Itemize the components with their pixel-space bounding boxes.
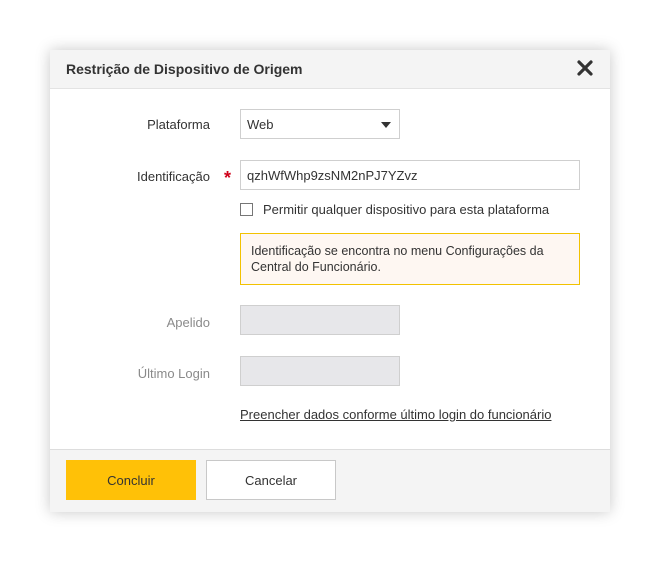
confirm-button[interactable]: Concluir [66,460,196,500]
last-login-field [240,356,400,386]
nickname-label: Apelido [166,315,210,330]
identification-input[interactable] [240,160,580,190]
fill-from-last-login-link[interactable]: Preencher dados conforme último login do… [240,407,551,422]
identification-info-box: Identificação se encontra no menu Config… [240,233,580,285]
last-login-label: Último Login [137,366,210,381]
dialog-title: Restrição de Dispositivo de Origem [66,61,303,77]
identification-label: Identificação [137,169,210,184]
platform-select[interactable]: Web [240,109,400,139]
device-restriction-dialog: Restrição de Dispositivo de Origem Plata… [50,50,610,512]
caret-down-icon [381,122,391,128]
allow-any-device-label[interactable]: Permitir qualquer dispositivo para esta … [263,202,549,217]
cancel-button[interactable]: Cancelar [206,460,336,500]
required-asterisk: * [224,168,232,188]
dialog-header: Restrição de Dispositivo de Origem [50,50,610,89]
nickname-field [240,305,400,335]
dialog-footer: Concluir Cancelar [50,449,610,512]
close-icon[interactable] [574,57,596,79]
allow-any-device-checkbox[interactable] [240,203,253,216]
platform-select-value: Web [247,117,274,132]
platform-label: Plataforma [147,117,210,132]
